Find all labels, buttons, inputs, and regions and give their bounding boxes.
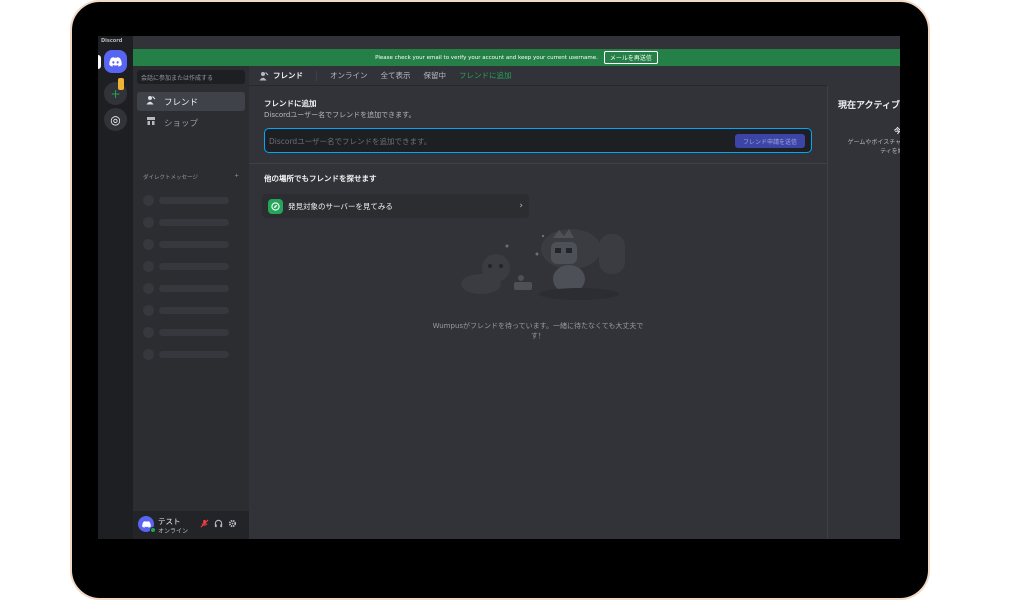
empty-state-text: Wumpusがフレンドを待っています。一緒に待たなくても大丈夫です！: [432, 322, 644, 340]
discord-logo-icon: [109, 56, 122, 67]
friends-header: フレンド オンライン 全て表示 保留中 フレンドに追加: [249, 66, 827, 86]
chevron-right-icon: ›: [519, 201, 523, 211]
home-button[interactable]: [104, 50, 127, 73]
compass-icon: ◎: [110, 112, 121, 127]
online-status-dot: [150, 527, 156, 533]
user-status: オンライン: [158, 528, 189, 535]
dm-placeholder: [143, 194, 229, 206]
dm-sidebar: 会話に参加または作成する フレンド ショップ ダイレクトメッセージ + テスト …: [133, 66, 249, 539]
app-name: Discord: [101, 38, 123, 44]
server-rail: Discord + ◎: [98, 36, 133, 539]
shop-icon: [145, 116, 156, 129]
active-now-subtitle: 今は: [828, 126, 900, 136]
resend-email-button[interactable]: メールを再送信: [603, 51, 658, 64]
sidebar-item-shop[interactable]: ショップ: [137, 113, 245, 132]
sidebar-item-label: フレンド: [164, 97, 199, 108]
discord-window: Discord + ◎ Please check your email to v…: [98, 36, 900, 539]
find-conversation-button[interactable]: 会話に参加または作成する: [137, 70, 245, 84]
wumpus-illustration: [461, 229, 625, 300]
user-panel: テスト オンライン: [133, 511, 249, 539]
verify-email-banner: Please check your email to verify your a…: [133, 49, 900, 66]
compass-icon: [268, 198, 283, 214]
dm-section-header: ダイレクトメッセージ +: [143, 173, 239, 181]
explore-servers-label: 発見対象のサーバーを見てみる: [288, 201, 393, 211]
friends-icon: [145, 95, 156, 108]
add-friend-description: Discordユーザー名でフレンドを追加できます。: [264, 111, 416, 119]
active-now-description: ゲームやボイスチャンネルでアクティビティを始めると: [847, 139, 900, 155]
create-dm-button[interactable]: +: [234, 173, 239, 181]
explore-servers-button[interactable]: ◎: [104, 108, 127, 131]
notification-badge: [118, 78, 124, 90]
mic-muted-icon[interactable]: [200, 519, 209, 531]
dm-placeholder: [143, 260, 229, 272]
dm-placeholder: [143, 238, 229, 250]
section-divider: [249, 163, 827, 164]
header-divider: [316, 70, 317, 81]
page-title-label: フレンド: [273, 71, 303, 80]
tab-pending[interactable]: 保留中: [424, 70, 447, 81]
dm-placeholder: [143, 216, 229, 228]
tab-add-friend[interactable]: フレンドに追加: [459, 70, 512, 81]
other-places-title: 他の場所でもフレンドを探せます: [264, 174, 377, 183]
tab-all[interactable]: 全て表示: [381, 70, 411, 81]
dm-placeholder: [143, 304, 229, 316]
tab-online[interactable]: オンライン: [330, 70, 368, 81]
page-title: フレンド: [259, 70, 303, 81]
dm-header-label: ダイレクトメッセージ: [143, 175, 198, 181]
sidebar-item-friends[interactable]: フレンド: [137, 92, 245, 111]
add-friend-form: フレンド申請を送信: [264, 128, 812, 153]
add-friend-title: フレンドに追加: [264, 99, 317, 108]
username-input[interactable]: [269, 134, 719, 148]
headphones-icon[interactable]: [214, 519, 223, 531]
dm-placeholder: [143, 348, 229, 360]
discord-logo-icon: [141, 520, 151, 528]
send-friend-request-button[interactable]: フレンド申請を送信: [734, 134, 805, 148]
active-now-panel: 現在アクティブ 今は ゲームやボイスチャンネルでアクティビティを始めると: [827, 86, 900, 539]
friends-icon: [259, 71, 269, 80]
dm-placeholder: [143, 282, 229, 294]
dm-placeholder: [143, 326, 229, 338]
banner-message: Please check your email to verify your a…: [375, 54, 598, 61]
sidebar-item-label: ショップ: [164, 118, 199, 129]
gear-icon[interactable]: [228, 519, 237, 531]
active-now-title: 現在アクティブ: [838, 101, 900, 111]
home-selected-pill: [98, 55, 101, 69]
explore-servers-card[interactable]: 発見対象のサーバーを見てみる ›: [262, 194, 529, 218]
